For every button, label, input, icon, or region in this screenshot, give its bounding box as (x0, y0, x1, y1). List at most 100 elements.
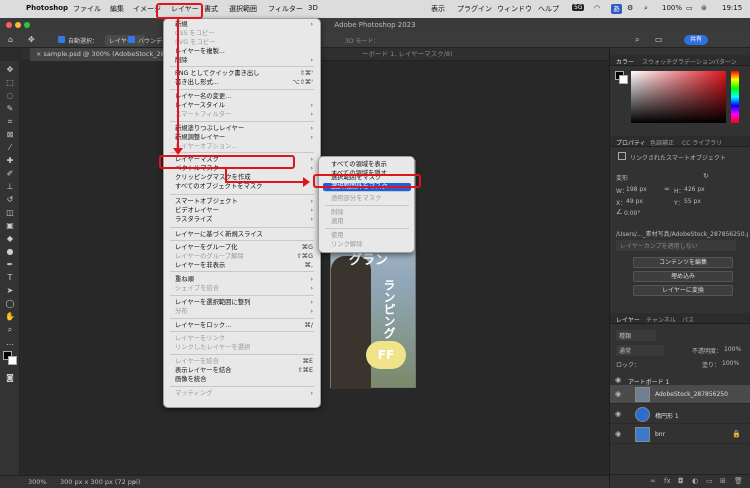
layer-filter-select[interactable]: 種類 (616, 330, 656, 341)
layer-comp-select[interactable]: レイヤーカンプを適用しない (616, 240, 736, 251)
x-value[interactable]: 49 px (626, 198, 643, 205)
tab-properties[interactable]: プロパティ (616, 138, 646, 147)
link-layers-icon[interactable]: ∞ (650, 477, 656, 485)
tab-color[interactable]: カラー (616, 57, 634, 66)
menu-view[interactable]: 表示 (431, 4, 445, 14)
background-color[interactable] (8, 356, 17, 365)
embed-button[interactable]: 埋め込み (633, 271, 733, 282)
edit-contents-button[interactable]: コンテンツを編集 (633, 257, 733, 268)
bounding-checkbox[interactable] (128, 36, 135, 43)
close-icon[interactable]: × (36, 50, 44, 58)
eraser-tool-icon[interactable]: ◫ (5, 208, 15, 218)
layer-row[interactable]: ◉ bnr 🔒 (610, 425, 750, 444)
layer-menu-item[interactable]: レイヤーを選択範囲に整列 › (164, 299, 320, 307)
search-icon[interactable]: ⌕ (644, 4, 648, 13)
shape-tool-icon[interactable]: ◯ (5, 299, 15, 309)
submenu-item[interactable]: すべての領域を表示 (323, 161, 411, 169)
status-arrow-icon[interactable]: › (133, 478, 136, 486)
pen-tool-icon[interactable]: ✒ (5, 260, 15, 270)
share-button[interactable]: 共有 (684, 35, 709, 45)
layer-menu-item[interactable]: すべてのオブジェクトをマスク (164, 183, 320, 191)
stamp-tool-icon[interactable]: ⊥ (5, 182, 15, 192)
menu-edit[interactable]: 編集 (110, 4, 124, 14)
tab-swatches[interactable]: スウォッチ (642, 57, 672, 66)
eye-icon[interactable]: ◉ (615, 390, 621, 398)
layer-menu-item[interactable]: レイヤースタイル › (164, 102, 320, 110)
app-menu[interactable]: Photoshop (26, 4, 68, 12)
width-value[interactable]: 198 px (626, 186, 647, 193)
control-center-icon[interactable]: ⚙ (627, 4, 633, 12)
window-zoom-dot[interactable] (24, 22, 30, 28)
add-mask-icon[interactable]: ◘ (678, 477, 684, 485)
type-tool-icon[interactable]: T (5, 273, 15, 283)
toggle-icon[interactable]: ⊜ (701, 4, 707, 12)
battery-label[interactable]: 100% (662, 4, 682, 12)
eye-icon[interactable]: ◉ (615, 430, 621, 438)
layer-menu-item[interactable]: 画像を統合 (164, 376, 320, 384)
wifi-icon[interactable]: ◠ (594, 4, 600, 12)
healing-tool-icon[interactable]: ✚ (5, 156, 15, 166)
frame-tool-icon[interactable]: ⊠ (5, 130, 15, 140)
menu-select[interactable]: 選択範囲 (229, 4, 257, 14)
layer-menu-item[interactable]: 削除 › (164, 57, 320, 65)
quick-mask-icon[interactable]: ◙ (5, 373, 15, 383)
convert-to-layers-button[interactable]: レイヤーに変換 (633, 285, 733, 296)
layer-menu-item[interactable]: レイヤーをグループ化 ⌘G (164, 244, 320, 252)
path-select-tool-icon[interactable]: ➤ (5, 286, 15, 296)
move-tool-icon[interactable]: ✥ (28, 35, 35, 44)
tab-channels[interactable]: チャンネル (646, 315, 676, 324)
menu-plugins[interactable]: プラグイン (457, 4, 492, 14)
zoom-tool-icon[interactable]: ⌕ (5, 325, 15, 335)
move-tool-icon[interactable]: ✥ (5, 65, 15, 75)
home-icon[interactable]: ⌂ (8, 35, 13, 44)
layer-menu-item[interactable]: 新規調整レイヤー › (164, 134, 320, 142)
tab-patterns[interactable]: パターン (713, 57, 737, 66)
adjustment-icon[interactable]: ◐ (692, 477, 698, 485)
fill-value[interactable]: 100% (722, 360, 739, 367)
layer-menu-item[interactable]: レイヤー名の変更... (164, 93, 320, 101)
new-layer-icon[interactable]: ⊞ (720, 477, 726, 485)
reset-icon[interactable]: ↻ (703, 172, 709, 180)
menu-filter[interactable]: フィルター (268, 4, 303, 14)
new-group-icon[interactable]: ▭ (706, 477, 713, 485)
layer-row[interactable]: ◉ AdobeStock_287856250 (610, 385, 750, 404)
gradient-tool-icon[interactable]: ▣ (5, 221, 15, 231)
color-picker-field[interactable] (631, 71, 726, 123)
workspace-icon[interactable]: ▭ (655, 35, 663, 44)
menu-file[interactable]: ファイル (73, 4, 101, 14)
hue-slider[interactable] (731, 71, 739, 123)
crop-tool-icon[interactable]: ⌗ (5, 117, 15, 127)
layer-menu-item[interactable]: 表示レイヤーを結合 ⇧⌘E (164, 367, 320, 375)
blend-mode-select[interactable]: 通常 (616, 345, 664, 356)
document-size[interactable]: 300 px x 300 px (72 ppi) (60, 478, 140, 486)
fx-icon[interactable]: fx (664, 477, 671, 485)
menu-help[interactable]: ヘルプ (538, 4, 559, 14)
clock[interactable]: 19:15 (722, 4, 742, 12)
tab-adjustments[interactable]: 色調補正 (650, 138, 674, 147)
window-close-dot[interactable] (6, 22, 12, 28)
layer-menu-item[interactable]: PNG としてクイック書き出し ⇧⌘' (164, 70, 320, 78)
layer-menu-item[interactable]: ビデオレイヤー › (164, 207, 320, 215)
tab-gradients[interactable]: グラデーション (672, 57, 714, 66)
menu-3d[interactable]: 3D (308, 4, 318, 12)
eye-icon[interactable]: ◉ (615, 376, 621, 384)
layer-menu-item[interactable]: レイヤーを非表示 ⌘, (164, 262, 320, 270)
opacity-value[interactable]: 100% (724, 346, 741, 353)
tab-paths[interactable]: パス (682, 315, 694, 324)
lasso-tool-icon[interactable]: ◌ (5, 91, 15, 101)
eye-icon[interactable]: ◉ (615, 410, 621, 418)
zoom-level[interactable]: 300% (28, 478, 47, 486)
layer-menu-item[interactable]: 新規 › (164, 21, 320, 29)
layer-menu-item[interactable]: スマートオブジェクト › (164, 198, 320, 206)
more-tools-icon[interactable]: … (5, 338, 15, 348)
menu-type[interactable]: 書式 (204, 4, 218, 14)
y-value[interactable]: 55 px (684, 198, 701, 205)
angle-value[interactable]: 0.00° (624, 210, 640, 217)
tab-cc-libraries[interactable]: CC ライブラリ (682, 138, 722, 147)
layer-menu-item[interactable]: レイヤーを複製... (164, 48, 320, 56)
brush-tool-icon[interactable]: ✐ (5, 169, 15, 179)
dodge-tool-icon[interactable]: ● (5, 247, 15, 257)
window-minimize-dot[interactable] (15, 22, 21, 28)
layer-menu-item[interactable]: 重ね順 › (164, 276, 320, 284)
layer-menu-item[interactable]: レイヤーに基づく新規スライス (164, 231, 320, 239)
